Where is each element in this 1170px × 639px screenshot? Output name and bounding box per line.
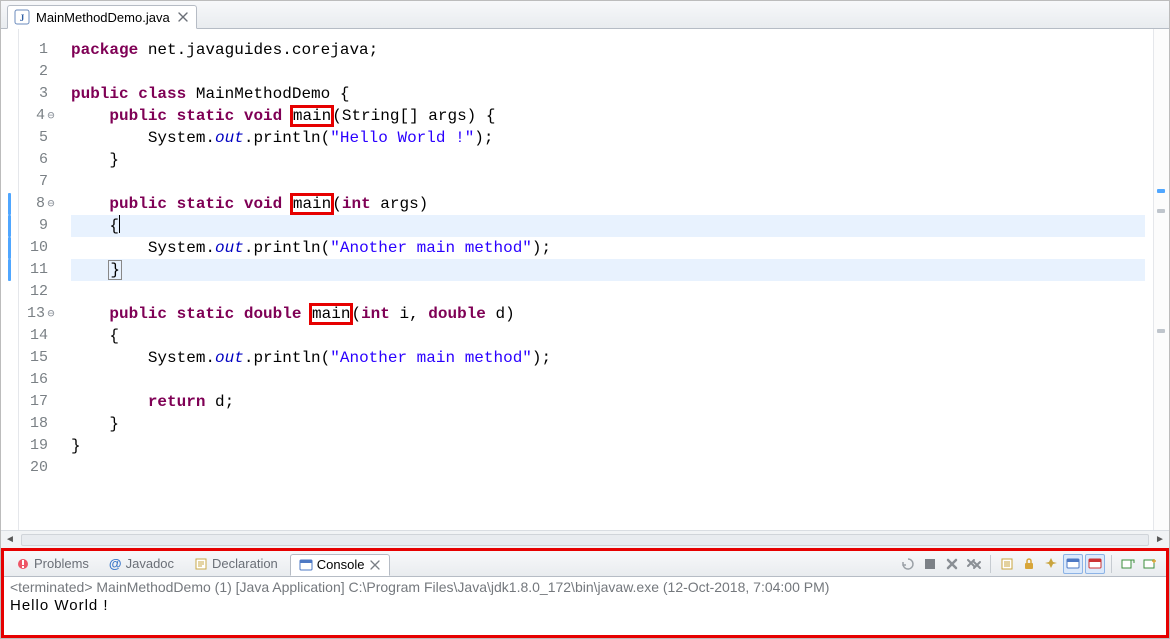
show-on-output-button[interactable] — [1085, 554, 1105, 574]
scroll-lock-button[interactable] — [1019, 554, 1039, 574]
overview-marker — [1157, 189, 1165, 193]
scrollbar-track[interactable] — [21, 534, 1149, 546]
remove-all-button[interactable] — [964, 554, 984, 574]
relaunch-icon — [901, 557, 915, 571]
overview-marker — [1157, 329, 1165, 333]
relaunch-button[interactable] — [898, 554, 918, 574]
console-plus-icon — [1143, 557, 1157, 571]
remove-all-icon — [966, 557, 982, 571]
console-open-icon — [1121, 557, 1135, 571]
remove-launch-button[interactable] — [942, 554, 962, 574]
clear-console-button[interactable] — [997, 554, 1017, 574]
fold-toggle[interactable]: ⊖ — [45, 105, 57, 127]
display-console-button[interactable] — [1063, 554, 1083, 574]
console-toolbar — [898, 554, 1166, 574]
editor-zone: 1 2 3 4⊖ 5 6 7 8⊖ 9 10 11 12 13⊖ 14 15 1… — [1, 29, 1169, 548]
pin-console-button[interactable] — [1041, 554, 1061, 574]
tab-label: Declaration — [212, 556, 278, 571]
close-tab-icon[interactable] — [176, 10, 190, 24]
overview-marker — [1157, 209, 1165, 213]
scroll-left-icon[interactable]: ◄ — [1, 531, 19, 549]
open-console-button[interactable] — [1118, 554, 1138, 574]
code-editor[interactable]: package net.javaguides.corejava; public … — [63, 29, 1153, 530]
console-run-header: <terminated> MainMethodDemo (1) [Java Ap… — [10, 579, 1160, 595]
tab-label: Console — [317, 557, 365, 572]
highlight-main: main — [292, 195, 332, 213]
change-marker — [8, 193, 11, 215]
caret — [119, 215, 120, 233]
editor-tab-label: MainMethodDemo.java — [36, 10, 170, 25]
problems-icon — [16, 557, 30, 571]
console-display-icon — [1066, 557, 1080, 571]
console-output: Hello World ! — [10, 597, 1160, 614]
editor-tab[interactable]: J MainMethodDemo.java — [7, 5, 197, 29]
tab-javadoc[interactable]: @ Javadoc — [101, 553, 182, 575]
change-marker — [8, 237, 11, 259]
highlight-main: main — [292, 107, 332, 125]
fold-toggle[interactable]: ⊖ — [45, 193, 57, 215]
toolbar-separator — [1111, 555, 1112, 573]
tab-label: Javadoc — [126, 556, 174, 571]
tab-label: Problems — [34, 556, 89, 571]
lower-view-tabs: Problems @ Javadoc Declaration Console — [4, 551, 1166, 577]
change-marker — [8, 215, 11, 237]
horizontal-scrollbar[interactable]: ◄ ► — [1, 530, 1169, 548]
scroll-right-icon[interactable]: ► — [1151, 531, 1169, 549]
clear-icon — [1000, 557, 1014, 571]
tool:sep — [990, 555, 991, 573]
console-body[interactable]: <terminated> MainMethodDemo (1) [Java Ap… — [4, 577, 1166, 635]
terminate-button[interactable] — [920, 554, 940, 574]
tab-console[interactable]: Console — [290, 554, 390, 576]
java-file-icon: J — [14, 9, 30, 25]
overview-ruler[interactable] — [1153, 29, 1169, 530]
close-view-icon[interactable] — [369, 559, 381, 571]
lower-pane: Problems @ Javadoc Declaration Console — [1, 548, 1169, 638]
svg-text:J: J — [20, 13, 25, 23]
editor-tab-row: J MainMethodDemo.java — [1, 1, 1169, 29]
highlight-main: main — [311, 305, 351, 323]
console-err-icon — [1088, 557, 1102, 571]
line-number-gutter: 1 2 3 4⊖ 5 6 7 8⊖ 9 10 11 12 13⊖ 14 15 1… — [19, 29, 63, 530]
tab-declaration[interactable]: Declaration — [186, 553, 286, 575]
change-marker — [8, 259, 11, 281]
console-icon — [299, 558, 313, 572]
stop-icon — [924, 558, 936, 570]
remove-x-icon — [945, 557, 959, 571]
lock-icon — [1022, 557, 1036, 571]
new-console-button[interactable] — [1140, 554, 1160, 574]
fold-toggle[interactable]: ⊖ — [45, 303, 57, 325]
editor-main: 1 2 3 4⊖ 5 6 7 8⊖ 9 10 11 12 13⊖ 14 15 1… — [1, 29, 1169, 530]
pin-icon — [1044, 557, 1058, 571]
gutter-markers — [1, 29, 19, 530]
tab-problems[interactable]: Problems — [8, 553, 97, 575]
declaration-icon — [194, 557, 208, 571]
javadoc-icon: @ — [109, 556, 122, 571]
